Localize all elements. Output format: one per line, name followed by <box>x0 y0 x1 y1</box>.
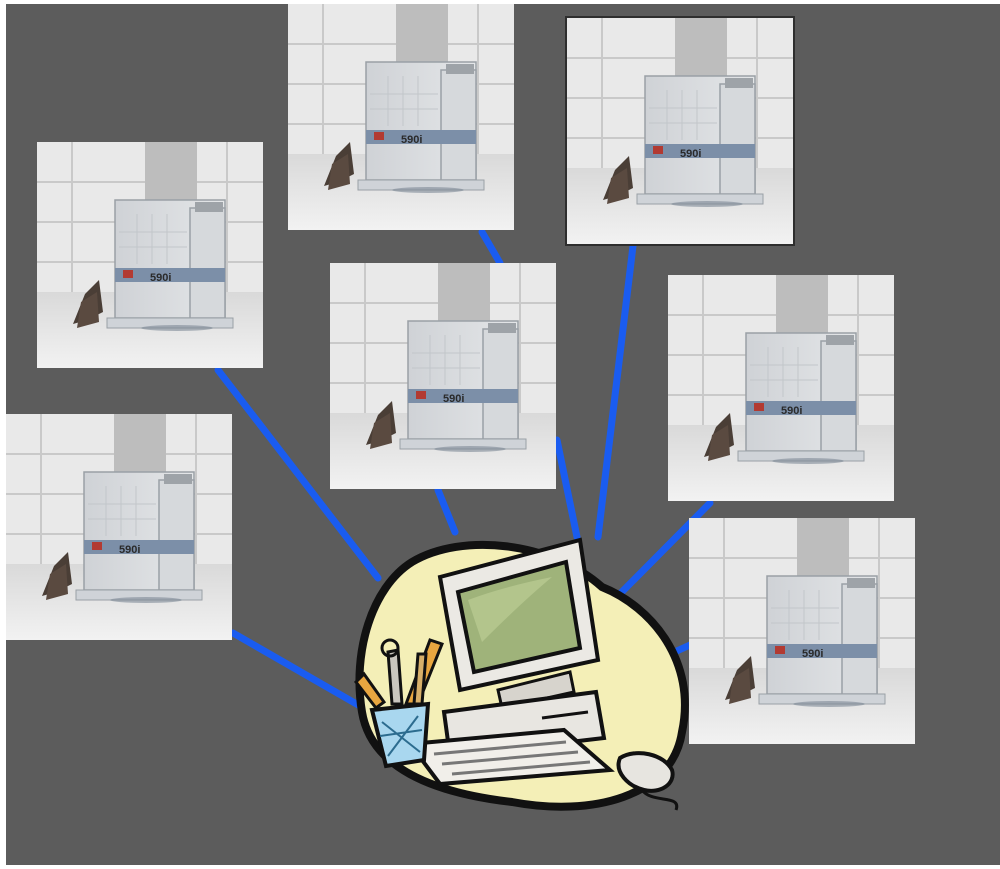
printer-image-top-center: 590i <box>288 4 514 230</box>
printer-model-label: 590i <box>680 148 701 160</box>
printer-image-upper-left: 590i <box>37 142 263 368</box>
printer-model-label: 590i <box>781 405 802 417</box>
printer-image-bottom-right: 590i <box>689 518 915 744</box>
printer-model-label: 590i <box>443 393 464 405</box>
id-card-printer-icon: 590i <box>6 414 232 640</box>
connector-line <box>594 242 637 541</box>
printer-image-left: 590i <box>6 414 232 640</box>
id-card-printer-icon: 590i <box>37 142 263 368</box>
printer-image-top-right: 590i <box>567 18 793 244</box>
connector-line <box>434 486 459 536</box>
printer-image-right: 590i <box>668 275 894 501</box>
computer-icon <box>354 537 689 811</box>
network-diagram: 590i 590i 590i 590i 590i 590i 590i <box>0 0 1000 869</box>
printer-model-label: 590i <box>150 272 171 284</box>
id-card-printer-icon: 590i <box>330 263 556 489</box>
id-card-printer-icon: 590i <box>668 275 894 501</box>
printer-model-label: 590i <box>401 134 422 146</box>
computer-hub <box>352 532 692 822</box>
printer-model-label: 590i <box>802 648 823 660</box>
id-card-printer-icon: 590i <box>567 18 793 244</box>
connector-line <box>229 629 364 710</box>
printer-model-label: 590i <box>119 544 140 556</box>
connector-line <box>553 436 581 541</box>
id-card-printer-icon: 590i <box>288 4 514 230</box>
connector-line <box>478 228 504 267</box>
printer-image-center: 590i <box>330 263 556 489</box>
id-card-printer-icon: 590i <box>689 518 915 744</box>
